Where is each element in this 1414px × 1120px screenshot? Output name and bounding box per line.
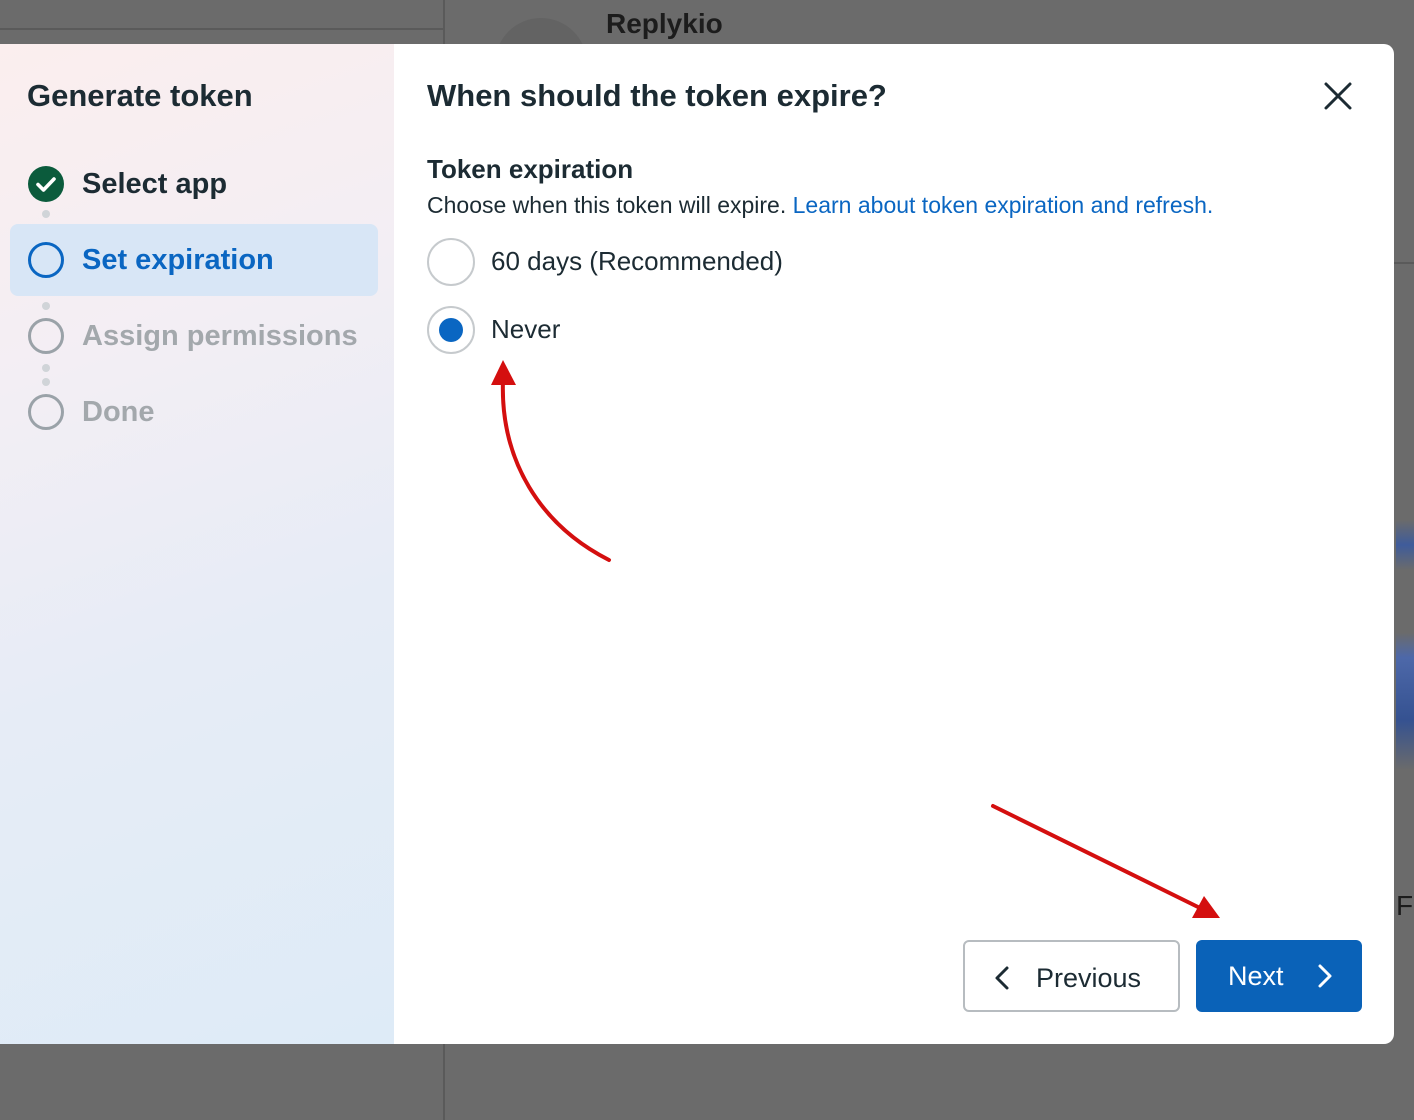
previous-label: Previous — [1036, 963, 1142, 993]
step-connector — [42, 210, 50, 218]
check-icon — [28, 166, 64, 202]
option-label: 60 days (Recommended) — [491, 246, 783, 276]
next-button[interactable]: Next — [1196, 940, 1362, 1012]
step-current-icon — [28, 242, 64, 278]
close-button[interactable] — [1318, 76, 1358, 116]
step-done: Done — [10, 376, 378, 448]
dialog-title: When should the token expire? — [427, 78, 887, 113]
chevron-left-icon — [995, 966, 1009, 990]
step-connector — [42, 364, 50, 372]
steps-sidebar: Generate token Select app Set expiration… — [0, 44, 394, 1044]
background-divider — [1394, 262, 1414, 264]
section-title: Token expiration — [427, 154, 634, 184]
background-illustration — [1396, 520, 1414, 770]
step-label: Done — [82, 396, 155, 428]
radio-button[interactable] — [427, 306, 475, 354]
step-label: Assign permissions — [82, 320, 358, 352]
background-edge-text: F — [1396, 890, 1414, 921]
step-label: Select app — [82, 168, 228, 200]
background-page-title: Replykio — [606, 8, 723, 39]
next-label: Next — [1228, 961, 1284, 991]
description-text: Choose when this token will expire. — [427, 192, 787, 218]
close-icon — [1324, 82, 1352, 110]
step-pending-icon — [28, 394, 64, 430]
step-select-app: Select app — [10, 148, 378, 220]
option-label: Never — [491, 314, 561, 344]
step-assign-permissions: Assign permissions — [10, 300, 378, 372]
radio-selected-dot — [439, 318, 463, 342]
radio-button[interactable] — [427, 238, 475, 286]
generate-token-dialog: Generate token Select app Set expiration… — [0, 44, 1394, 1044]
learn-more-link[interactable]: Learn about token expiration and refresh… — [793, 192, 1214, 218]
section-description: Choose when this token will expire. Lear… — [427, 192, 1213, 219]
step-label: Set expiration — [82, 244, 274, 276]
previous-button[interactable]: Previous — [963, 940, 1180, 1012]
background-divider — [0, 28, 443, 30]
step-pending-icon — [28, 318, 64, 354]
sidebar-title: Generate token — [27, 78, 253, 113]
chevron-right-icon — [1318, 964, 1332, 988]
step-set-expiration: Set expiration — [10, 224, 378, 296]
